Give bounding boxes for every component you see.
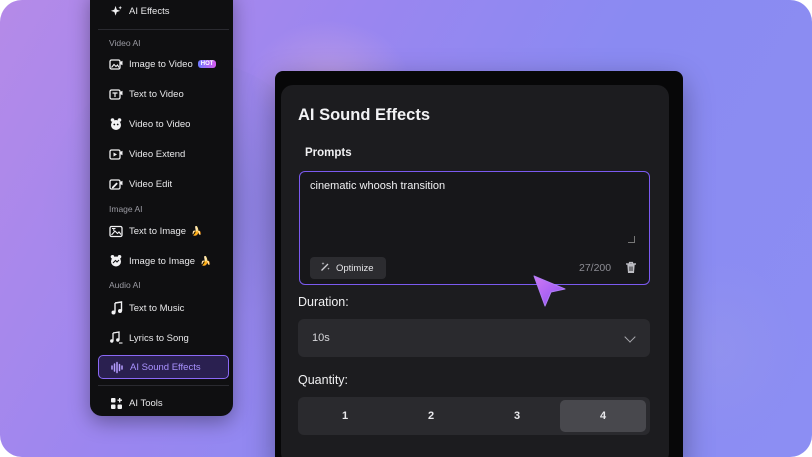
sidebar-item-label: Text to Image — [129, 225, 187, 237]
section-audio-ai: Audio AI — [109, 280, 141, 290]
sidebar-item-label: Video Edit — [129, 178, 173, 190]
sidebar-item-ai-effects[interactable]: AI Effects — [98, 0, 229, 23]
optimize-button[interactable]: Optimize — [310, 257, 386, 279]
quantity-selector: 1 2 3 4 — [298, 397, 650, 435]
section-image-ai: Image AI — [109, 204, 143, 214]
page-title: AI Sound Effects — [298, 106, 431, 124]
quantity-option-1[interactable]: 1 — [302, 400, 388, 432]
prompt-text: cinematic whoosh transition — [310, 180, 446, 192]
sidebar: AI Effects Video AI Image to Video HOT T… — [90, 0, 233, 416]
trash-icon[interactable] — [625, 261, 637, 274]
music-note-icon — [109, 301, 123, 315]
sidebar-item-label: Text to Music — [129, 302, 185, 314]
quantity-label: Quantity: — [298, 373, 349, 387]
sidebar-item-lyrics-to-song[interactable]: Lyrics to Song — [98, 326, 229, 350]
magic-wand-icon — [320, 261, 331, 275]
sidebar-item-label: Image to Video — [129, 58, 193, 70]
sidebar-item-label: Lyrics to Song — [129, 332, 189, 344]
sidebar-item-text-to-video[interactable]: Text to Video — [98, 82, 229, 106]
image-video-icon — [109, 57, 123, 71]
background: AI Effects Video AI Image to Video HOT T… — [0, 0, 812, 457]
sidebar-item-label: AI Sound Effects — [130, 361, 201, 373]
sidebar-item-label: Image to Image — [129, 255, 196, 267]
sidebar-item-label: AI Effects — [129, 5, 170, 17]
chevron-down-icon — [624, 331, 636, 343]
sidebar-item-label: Video Extend — [129, 148, 186, 160]
quantity-option-3[interactable]: 3 — [474, 400, 560, 432]
video-face-icon — [109, 117, 123, 131]
prompt-textarea[interactable]: cinematic whoosh transition Optimize 27/… — [299, 171, 650, 285]
hot-badge: HOT — [197, 60, 217, 68]
lyrics-song-icon — [109, 331, 123, 345]
text-image-icon — [109, 224, 123, 238]
banana-emoji: 🍌 — [200, 255, 212, 266]
text-video-icon — [109, 87, 123, 101]
banana-emoji: 🍌 — [191, 225, 203, 236]
sidebar-item-image-to-image[interactable]: Image to Image 🍌 — [98, 249, 229, 273]
duration-select[interactable]: 10s — [298, 319, 650, 357]
divider — [98, 29, 229, 30]
sparkle-icon — [109, 4, 123, 18]
sidebar-item-text-to-music[interactable]: Text to Music — [98, 296, 229, 320]
sidebar-item-ai-tools[interactable]: AI Tools — [98, 391, 229, 415]
pointer-cursor-icon — [531, 273, 567, 309]
sidebar-item-video-extend[interactable]: Video Extend — [98, 142, 229, 166]
prompts-label: Prompts — [305, 147, 352, 159]
duration-label: Duration: — [298, 295, 349, 309]
video-edit-icon — [109, 177, 123, 191]
sidebar-item-label: Text to Video — [129, 88, 184, 100]
quantity-option-2[interactable]: 2 — [388, 400, 474, 432]
image-image-icon — [109, 254, 123, 268]
resize-handle[interactable] — [628, 236, 635, 243]
sidebar-item-image-to-video[interactable]: Image to Video HOT — [98, 52, 229, 76]
sound-wave-icon — [110, 360, 124, 374]
sidebar-item-video-to-video[interactable]: Video to Video — [98, 112, 229, 136]
divider — [98, 385, 229, 386]
optimize-label: Optimize — [336, 262, 374, 274]
grid-tools-icon — [109, 396, 123, 410]
char-counter: 27/200 — [579, 262, 612, 274]
duration-value: 10s — [312, 332, 330, 344]
quantity-option-4[interactable]: 4 — [560, 400, 646, 432]
sidebar-item-ai-sound-effects[interactable]: AI Sound Effects — [98, 355, 229, 379]
sidebar-item-video-edit[interactable]: Video Edit — [98, 172, 229, 196]
sidebar-item-text-to-image[interactable]: Text to Image 🍌 — [98, 219, 229, 243]
sound-effects-panel: AI Sound Effects Prompts cinematic whoos… — [281, 85, 669, 457]
section-video-ai: Video AI — [109, 38, 141, 48]
sidebar-item-label: Video to Video — [129, 118, 191, 130]
video-extend-icon — [109, 147, 123, 161]
sidebar-item-label: AI Tools — [129, 397, 163, 409]
